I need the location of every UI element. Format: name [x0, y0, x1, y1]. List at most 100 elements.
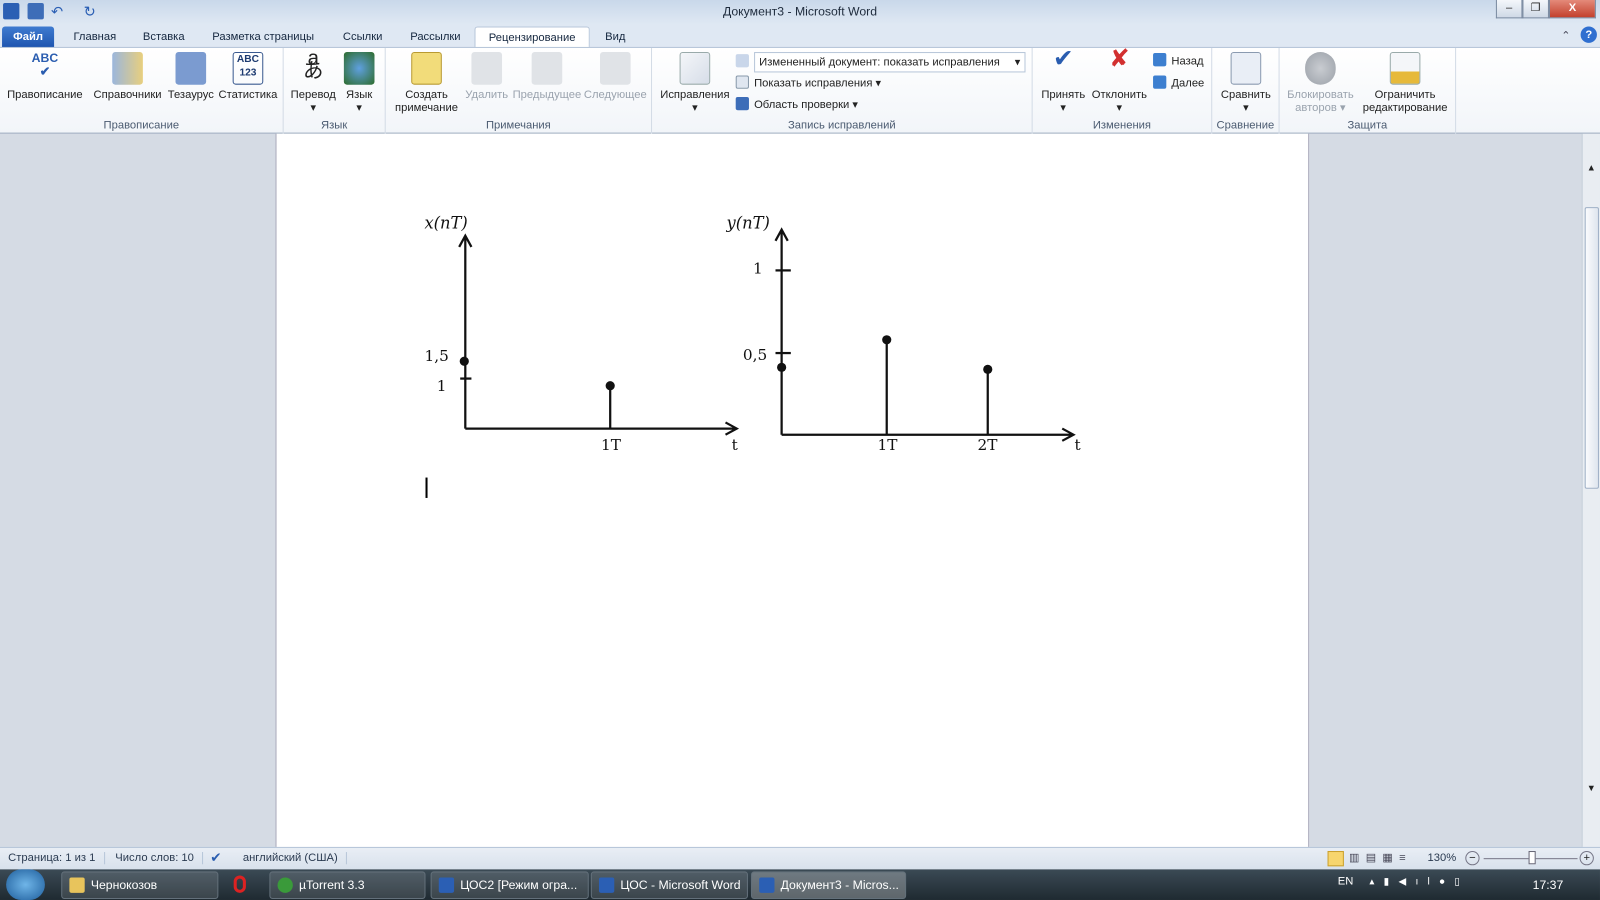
- review-pane-icon: [735, 96, 749, 111]
- right-y-label: y(nT): [726, 214, 770, 233]
- view-buttons[interactable]: ▥▤▦≡: [1349, 851, 1412, 864]
- status-bar: Страница: 1 из 1 Число слов: 10 ✔ англий…: [0, 846, 1600, 870]
- lock-document-icon: [1389, 52, 1421, 85]
- restore-button[interactable]: ❐: [1522, 0, 1549, 19]
- taskbar-item-word-doc3[interactable]: Документ3 - Micros...: [751, 871, 907, 899]
- previous-comment-icon: [531, 52, 563, 85]
- compare-button[interactable]: Сравнить ▾: [1218, 52, 1273, 115]
- taskbar: Чернокозов µTorrent 3.3 ЦОС2 [Режим огра…: [0, 869, 1600, 900]
- text-cursor: [425, 477, 428, 498]
- previous-change-button[interactable]: Назад: [1153, 52, 1204, 70]
- new-comment-button[interactable]: Создать примечание: [392, 52, 461, 115]
- proofing-icon[interactable]: ✔: [210, 850, 221, 866]
- group-label: Примечания: [485, 119, 551, 132]
- right-sample-1: [882, 335, 892, 345]
- scroll-down-icon[interactable]: ▼: [1587, 783, 1596, 793]
- scrollbar-thumb[interactable]: [1584, 207, 1599, 489]
- restrict-editing-button[interactable]: Ограничить редактирование: [1359, 52, 1451, 115]
- abc-123-icon: ABC 123: [232, 52, 264, 85]
- signal-diagram: x(nT) 1,5 1 1T t y(nT) 1 0,5 1T 2T t: [424, 214, 1081, 498]
- taskbar-item-utorrent[interactable]: µTorrent 3.3: [269, 871, 426, 899]
- start-button[interactable]: [6, 869, 45, 900]
- block-authors-icon: [1305, 52, 1336, 85]
- ribbon-tabs: Файл Главная Вставка Разметка страницы С…: [0, 24, 1600, 47]
- scroll-up-icon[interactable]: ▲: [1587, 162, 1596, 172]
- taskbar-item-word-dsp2[interactable]: ЦОС2 [Режим огра...: [430, 871, 589, 899]
- collapse-ribbon-icon[interactable]: ⌃: [1561, 29, 1570, 42]
- taskbar-item-folder[interactable]: Чернокозов: [61, 871, 219, 899]
- review-pane-button[interactable]: Область проверки ▾: [735, 96, 858, 114]
- vertical-scrollbar[interactable]: ▲ ▼: [1581, 133, 1600, 847]
- left-tick-label: 1: [437, 377, 447, 395]
- translate-button[interactable]: aあ Перевод ▾: [290, 46, 337, 115]
- group-label: Изменения: [1092, 119, 1152, 132]
- compare-icon: [1230, 52, 1262, 85]
- display-icon: [735, 54, 749, 68]
- accept-button[interactable]: ✔ Принять ▾: [1037, 46, 1090, 115]
- next-change-button[interactable]: Далее: [1153, 74, 1204, 92]
- right-x-tick-label: 2T: [978, 436, 999, 454]
- reject-icon: ✘: [1109, 44, 1130, 73]
- taskbar-item-word-dsp[interactable]: ЦОС - Microsoft Word: [590, 871, 748, 899]
- group-protect: Блокировать авторов ▾ Ограничить редактиро…: [1280, 47, 1457, 134]
- right-sample-0: [777, 362, 787, 372]
- tray-icons[interactable]: ▴▮◀ıl●▯: [1369, 877, 1469, 888]
- tab-file[interactable]: Файл: [2, 26, 55, 47]
- reject-button[interactable]: ✘ Отклонить ▾: [1090, 44, 1149, 115]
- zoom-level[interactable]: 130%: [1428, 852, 1457, 864]
- research-icon: [112, 52, 143, 85]
- tab-review[interactable]: Рецензирование: [474, 26, 590, 47]
- tab-mailings[interactable]: Рассылки: [404, 27, 467, 47]
- print-layout-view-icon[interactable]: [1327, 851, 1344, 867]
- document-page[interactable]: x(nT) 1,5 1 1T t y(nT) 1 0,5 1T 2T t: [275, 133, 1310, 847]
- input-language[interactable]: EN: [1338, 876, 1354, 888]
- minimize-button[interactable]: –: [1495, 0, 1523, 19]
- previous-comment-button[interactable]: Предыдущее: [512, 52, 581, 102]
- tab-home[interactable]: Главная: [67, 27, 122, 47]
- thesaurus-button[interactable]: Тезаурус: [167, 52, 214, 102]
- tab-page-layout[interactable]: Разметка страницы: [206, 27, 320, 47]
- right-x-tick-label: 1T: [878, 436, 899, 454]
- page-count[interactable]: Страница: 1 из 1: [8, 852, 105, 865]
- display-for-review-select[interactable]: Измененный документ: показать исправлени…: [754, 52, 1026, 73]
- tab-references[interactable]: Ссылки: [337, 27, 389, 47]
- clock[interactable]: 17:37: [1533, 878, 1564, 892]
- translate-icon: aあ: [303, 46, 324, 83]
- delete-comment-button[interactable]: Удалить: [463, 52, 510, 102]
- show-markup-button[interactable]: Показать исправления ▾: [735, 74, 881, 92]
- tab-insert[interactable]: Вставка: [137, 27, 191, 47]
- left-y-axis: [458, 233, 473, 429]
- zoom-slider-thumb[interactable]: [1528, 851, 1536, 865]
- track-changes-button[interactable]: Исправления ▾: [658, 52, 731, 115]
- help-icon[interactable]: ?: [1580, 26, 1597, 43]
- utorrent-icon: [277, 877, 293, 893]
- word-icon: [759, 877, 775, 893]
- right-sample-2: [983, 364, 993, 374]
- language-status[interactable]: английский (США): [243, 852, 347, 865]
- next-comment-button[interactable]: Следующее: [584, 52, 647, 102]
- right-y-axis: [774, 227, 789, 435]
- close-button[interactable]: X: [1548, 0, 1596, 19]
- group-label: Язык: [321, 119, 348, 132]
- word-count[interactable]: Число слов: 10: [115, 852, 204, 865]
- word-count-button[interactable]: ABC 123 Статистика: [216, 52, 279, 102]
- group-label: Сравнение: [1216, 119, 1275, 132]
- delete-comment-icon: [471, 52, 503, 85]
- display-for-review: Измененный документ: показать исправлени…: [735, 52, 1026, 73]
- folder-icon: [69, 877, 85, 893]
- left-y-label: x(nT): [424, 214, 467, 233]
- left-x-axis: [465, 421, 740, 436]
- zoom-out-icon[interactable]: −: [1465, 851, 1480, 866]
- language-button[interactable]: Язык ▾: [341, 52, 378, 115]
- block-authors-button[interactable]: Блокировать авторов ▾: [1284, 52, 1357, 115]
- research-button[interactable]: Справочники: [89, 52, 167, 102]
- track-changes-icon: [679, 52, 711, 85]
- opera-icon[interactable]: [233, 875, 246, 893]
- tab-view[interactable]: Вид: [599, 27, 632, 47]
- group-comments: Создать примечание Удалить Предыдущее Сле…: [386, 47, 653, 134]
- zoom-in-icon[interactable]: +: [1579, 851, 1594, 866]
- group-label: Защита: [1347, 119, 1388, 132]
- right-x-label: t: [1074, 436, 1081, 454]
- spelling-button[interactable]: ABC ✔ Правописание: [4, 52, 86, 102]
- next-comment-icon: [599, 52, 631, 85]
